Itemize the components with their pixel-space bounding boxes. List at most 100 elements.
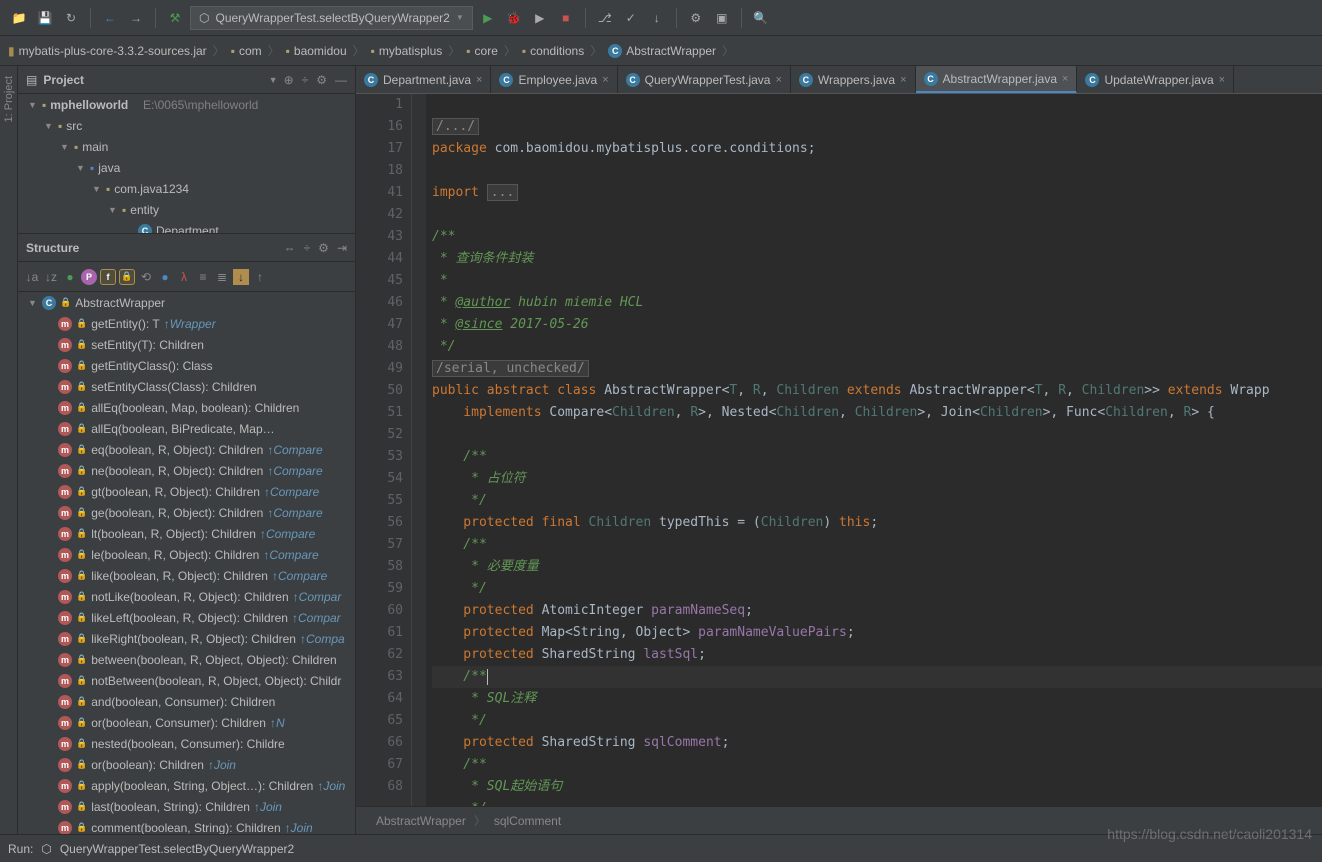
editor-tab[interactable]: CDepartment.java×: [356, 66, 491, 93]
structure-method[interactable]: m🔒nested(boolean, Consumer): Childre: [18, 733, 355, 754]
expand-icon[interactable]: ≡: [195, 269, 211, 285]
structure-method[interactable]: m🔒last(boolean, String): Children ↑Join: [18, 796, 355, 817]
open-icon[interactable]: 📁: [8, 7, 30, 29]
lock-icon: 🔒: [76, 717, 87, 728]
structure-method[interactable]: m🔒getEntity(): T ↑Wrapper: [18, 313, 355, 334]
class-icon: C: [799, 73, 813, 87]
structure-method[interactable]: m🔒le(boolean, R, Object): Children ↑Comp…: [18, 544, 355, 565]
search-icon[interactable]: 🔍: [750, 7, 772, 29]
crumb-pkg[interactable]: ▪mybatisplus: [371, 44, 443, 58]
lock-icon: 🔒: [76, 486, 87, 497]
run-config-name[interactable]: QueryWrapperTest.selectByQueryWrapper2: [60, 842, 294, 856]
structure-icon[interactable]: ▣: [711, 7, 733, 29]
structure-tree[interactable]: ▼C🔒AbstractWrapper m🔒getEntity(): T ↑Wra…: [18, 292, 355, 834]
structure-method[interactable]: m🔒lt(boolean, R, Object): Children ↑Comp…: [18, 523, 355, 544]
project-stripe-button[interactable]: 1: Project: [0, 66, 18, 834]
properties-icon[interactable]: P: [81, 269, 97, 285]
structure-method[interactable]: m🔒allEq(boolean, Map, boolean): Children: [18, 397, 355, 418]
collapse-icon[interactable]: ÷: [304, 241, 311, 255]
build-icon[interactable]: ⚒: [164, 7, 186, 29]
autoscroll-from-icon[interactable]: ↑: [252, 269, 268, 285]
hide-icon[interactable]: —: [335, 73, 347, 87]
run-config-combo[interactable]: ⬡QueryWrapperTest.selectByQueryWrapper2▼: [190, 6, 473, 30]
back-icon[interactable]: ←: [99, 7, 121, 29]
sort-icon[interactable]: ↓a: [24, 269, 40, 285]
update-icon[interactable]: ↓: [646, 7, 668, 29]
structure-method[interactable]: m🔒and(boolean, Consumer): Children: [18, 691, 355, 712]
structure-method[interactable]: m🔒notBetween(boolean, R, Object, Object)…: [18, 670, 355, 691]
structure-method[interactable]: m🔒setEntityClass(Class): Children: [18, 376, 355, 397]
method-icon: m: [58, 506, 72, 520]
project-tree[interactable]: ▼▪mphelloworld E:\0065\mphelloworld ▼▪sr…: [18, 94, 355, 234]
editor-tab[interactable]: CQueryWrapperTest.java×: [618, 66, 791, 93]
sync-icon[interactable]: ↻: [60, 7, 82, 29]
close-icon[interactable]: ×: [900, 74, 906, 86]
forward-icon[interactable]: →: [125, 7, 147, 29]
collapse-icon[interactable]: ÷: [302, 73, 309, 87]
lock-icon: 🔒: [76, 360, 87, 371]
editor-tab[interactable]: CWrappers.java×: [791, 66, 916, 93]
structure-method[interactable]: m🔒eq(boolean, R, Object): Children ↑Comp…: [18, 439, 355, 460]
structure-method[interactable]: m🔒likeRight(boolean, R, Object): Childre…: [18, 628, 355, 649]
method-icon: m: [58, 464, 72, 478]
structure-method[interactable]: m🔒getEntityClass(): Class: [18, 355, 355, 376]
hide-icon[interactable]: ⇥: [337, 241, 347, 255]
structure-method[interactable]: m🔒apply(boolean, String, Object…): Child…: [18, 775, 355, 796]
run-icon[interactable]: ▶: [477, 7, 499, 29]
close-icon[interactable]: ×: [602, 74, 608, 86]
class-icon: C: [924, 72, 938, 86]
crumb-jar[interactable]: ▮mybatis-plus-core-3.3.2-sources.jar: [8, 44, 207, 58]
vcs-icon[interactable]: ⎇: [594, 7, 616, 29]
debug-icon[interactable]: 🐞: [503, 7, 525, 29]
lock-icon[interactable]: 🔒: [119, 269, 135, 285]
structure-method[interactable]: m🔒or(boolean, Consumer): Children ↑N: [18, 712, 355, 733]
structure-method[interactable]: m🔒allEq(boolean, BiPredicate, Map…: [18, 418, 355, 439]
visibility-icon[interactable]: ●: [62, 269, 78, 285]
close-icon[interactable]: ×: [1062, 73, 1068, 85]
stop-icon[interactable]: ■: [555, 7, 577, 29]
structure-method[interactable]: m🔒like(boolean, R, Object): Children ↑Co…: [18, 565, 355, 586]
class-icon: C: [499, 73, 513, 87]
fields-icon[interactable]: f: [100, 269, 116, 285]
target-icon[interactable]: ⊕: [284, 73, 294, 87]
expand-icon[interactable]: ⇔: [284, 241, 296, 255]
method-icon: m: [58, 779, 72, 793]
editor-tab[interactable]: CUpdateWrapper.java×: [1077, 66, 1234, 93]
sort-icon[interactable]: ↓z: [43, 269, 59, 285]
structure-method[interactable]: m🔒notLike(boolean, R, Object): Children …: [18, 586, 355, 607]
inherited-icon[interactable]: ⟲: [138, 269, 154, 285]
code-editor[interactable]: 1161718414243444546474849505152535455565…: [356, 94, 1322, 806]
lambda-icon[interactable]: λ: [176, 269, 192, 285]
method-icon: m: [58, 359, 72, 373]
coverage-icon[interactable]: ▶: [529, 7, 551, 29]
collapse-icon[interactable]: ≣: [214, 269, 230, 285]
close-icon[interactable]: ×: [1219, 74, 1225, 86]
commit-icon[interactable]: ✓: [620, 7, 642, 29]
editor-tab[interactable]: CEmployee.java×: [491, 66, 617, 93]
crumb-class[interactable]: CAbstractWrapper: [608, 44, 716, 58]
interface-icon[interactable]: ●: [157, 269, 173, 285]
method-icon: m: [58, 632, 72, 646]
close-icon[interactable]: ×: [476, 74, 482, 86]
crumb-pkg[interactable]: ▪baomidou: [286, 44, 347, 58]
autoscroll-icon[interactable]: ↓: [233, 269, 249, 285]
structure-method[interactable]: m🔒likeLeft(boolean, R, Object): Children…: [18, 607, 355, 628]
structure-method[interactable]: m🔒ne(boolean, R, Object): Children ↑Comp…: [18, 460, 355, 481]
structure-method[interactable]: m🔒or(boolean): Children ↑Join: [18, 754, 355, 775]
gear-icon[interactable]: ⚙: [318, 241, 329, 255]
gear-icon[interactable]: ⚙: [316, 73, 327, 87]
structure-method[interactable]: m🔒setEntity(T): Children: [18, 334, 355, 355]
structure-method[interactable]: m🔒ge(boolean, R, Object): Children ↑Comp…: [18, 502, 355, 523]
project-title: Project: [43, 73, 262, 87]
crumb-pkg[interactable]: ▪core: [466, 44, 498, 58]
structure-method[interactable]: m🔒gt(boolean, R, Object): Children ↑Comp…: [18, 481, 355, 502]
structure-method[interactable]: m🔒between(boolean, R, Object, Object): C…: [18, 649, 355, 670]
editor-tab[interactable]: CAbstractWrapper.java×: [916, 66, 1078, 93]
crumb-pkg[interactable]: ▪conditions: [522, 44, 584, 58]
structure-method[interactable]: m🔒comment(boolean, String): Children ↑Jo…: [18, 817, 355, 834]
settings-icon[interactable]: ⚙: [685, 7, 707, 29]
crumb-pkg[interactable]: ▪com: [231, 44, 262, 58]
save-icon[interactable]: 💾: [34, 7, 56, 29]
close-icon[interactable]: ×: [775, 74, 781, 86]
run-tool-label[interactable]: Run:: [8, 842, 33, 856]
